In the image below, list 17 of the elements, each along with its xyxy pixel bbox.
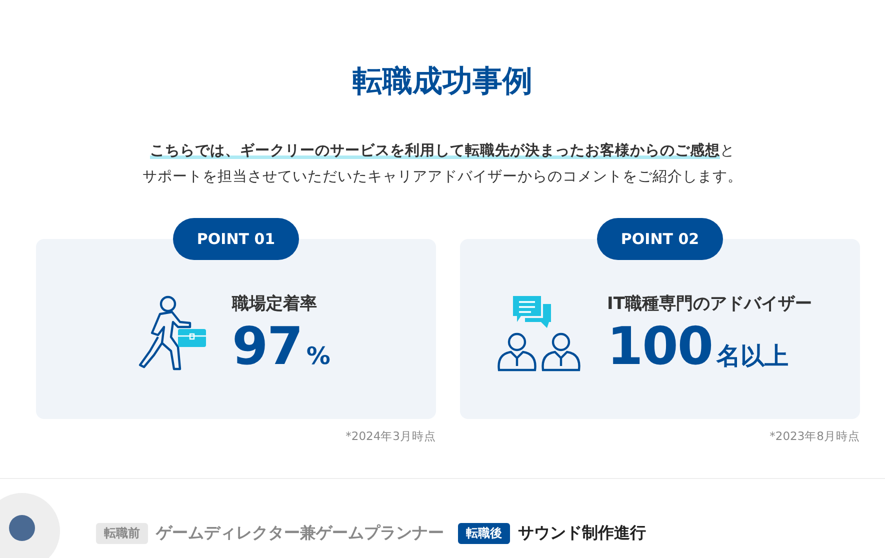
point-badge: POINT 01 (172, 218, 300, 260)
date-note: *2023年8月時点 (770, 429, 860, 444)
point-badge: POINT 02 (596, 218, 724, 260)
walking-person-briefcase-icon (136, 295, 208, 373)
section-title: 転職成功事例 (352, 63, 534, 101)
stat-unit: 名以上 (716, 340, 789, 372)
point-label: 職場定着率 (232, 292, 318, 314)
after-tag: 転職後 (458, 522, 510, 544)
stat-number: 100 (607, 316, 713, 376)
stat-unit: % (306, 342, 330, 370)
before-tag: 転職前 (96, 522, 148, 544)
previous-job-title: ゲームディレクター兼ゲームプランナー (156, 522, 444, 544)
date-note: *2024年3月時点 (346, 429, 436, 444)
new-job-title: サウンド制作進行 (518, 522, 646, 544)
point-label: IT職種専門のアドバイザー (607, 292, 812, 314)
stat-number: 97 (232, 316, 302, 376)
intro-paragraph: こちらでは、ギークリーのサービスを利用して転職先が決まったお客様からのご感想と サポートを担当させていただいたキャリアアドバイザーからのコメントをご紹介します。 (142, 141, 742, 187)
